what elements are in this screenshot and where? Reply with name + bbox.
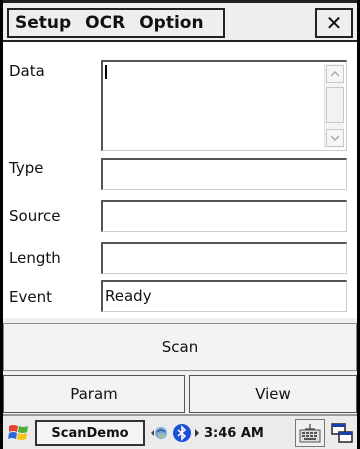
param-button[interactable]: Param bbox=[3, 375, 185, 413]
type-label: Type bbox=[9, 159, 44, 177]
length-label: Length bbox=[9, 249, 61, 267]
clock[interactable]: 3:46 AM bbox=[204, 426, 264, 441]
system-tray: 3:46 AM bbox=[150, 421, 264, 445]
length-field[interactable] bbox=[101, 242, 347, 274]
keyboard-button[interactable] bbox=[295, 419, 325, 447]
app-window: Setup OCR Option ✕ Data Type Source Leng… bbox=[3, 0, 357, 449]
menu-group: Setup OCR Option bbox=[7, 8, 225, 38]
view-button[interactable]: View bbox=[189, 375, 357, 413]
type-field[interactable] bbox=[101, 158, 347, 190]
source-field[interactable] bbox=[101, 200, 347, 232]
event-field[interactable]: Ready bbox=[101, 280, 347, 312]
scroll-thumb[interactable] bbox=[326, 87, 344, 123]
close-button[interactable]: ✕ bbox=[315, 8, 353, 38]
close-icon: ✕ bbox=[325, 11, 343, 35]
window-switch-icon[interactable] bbox=[331, 422, 353, 444]
taskbar-app-button[interactable]: ScanDemo bbox=[35, 420, 145, 446]
source-label: Source bbox=[9, 207, 61, 225]
scroll-up-icon[interactable] bbox=[326, 65, 344, 83]
windows-flag-icon[interactable] bbox=[7, 421, 31, 445]
scan-button[interactable]: Scan bbox=[3, 323, 357, 371]
text-caret bbox=[105, 65, 107, 79]
data-scrollbar[interactable] bbox=[324, 64, 344, 148]
taskbar: ScanDemo 3:46 AM bbox=[3, 414, 357, 449]
menu-setup[interactable]: Setup bbox=[9, 13, 79, 33]
event-label: Event bbox=[9, 288, 52, 306]
network-sync-icon[interactable] bbox=[150, 423, 170, 443]
tray-arrow-icon[interactable] bbox=[194, 428, 200, 438]
scroll-down-icon[interactable] bbox=[326, 129, 344, 147]
keyboard-icon bbox=[299, 424, 321, 443]
menu-ocr[interactable]: OCR bbox=[79, 13, 133, 33]
menu-bar: Setup OCR Option ✕ bbox=[3, 0, 357, 42]
form-area: Data Type Source Length Event Ready bbox=[3, 42, 357, 318]
bluetooth-icon[interactable] bbox=[172, 423, 192, 443]
data-textarea[interactable] bbox=[101, 60, 347, 151]
data-label: Data bbox=[9, 62, 45, 80]
menu-option[interactable]: Option bbox=[133, 13, 211, 33]
